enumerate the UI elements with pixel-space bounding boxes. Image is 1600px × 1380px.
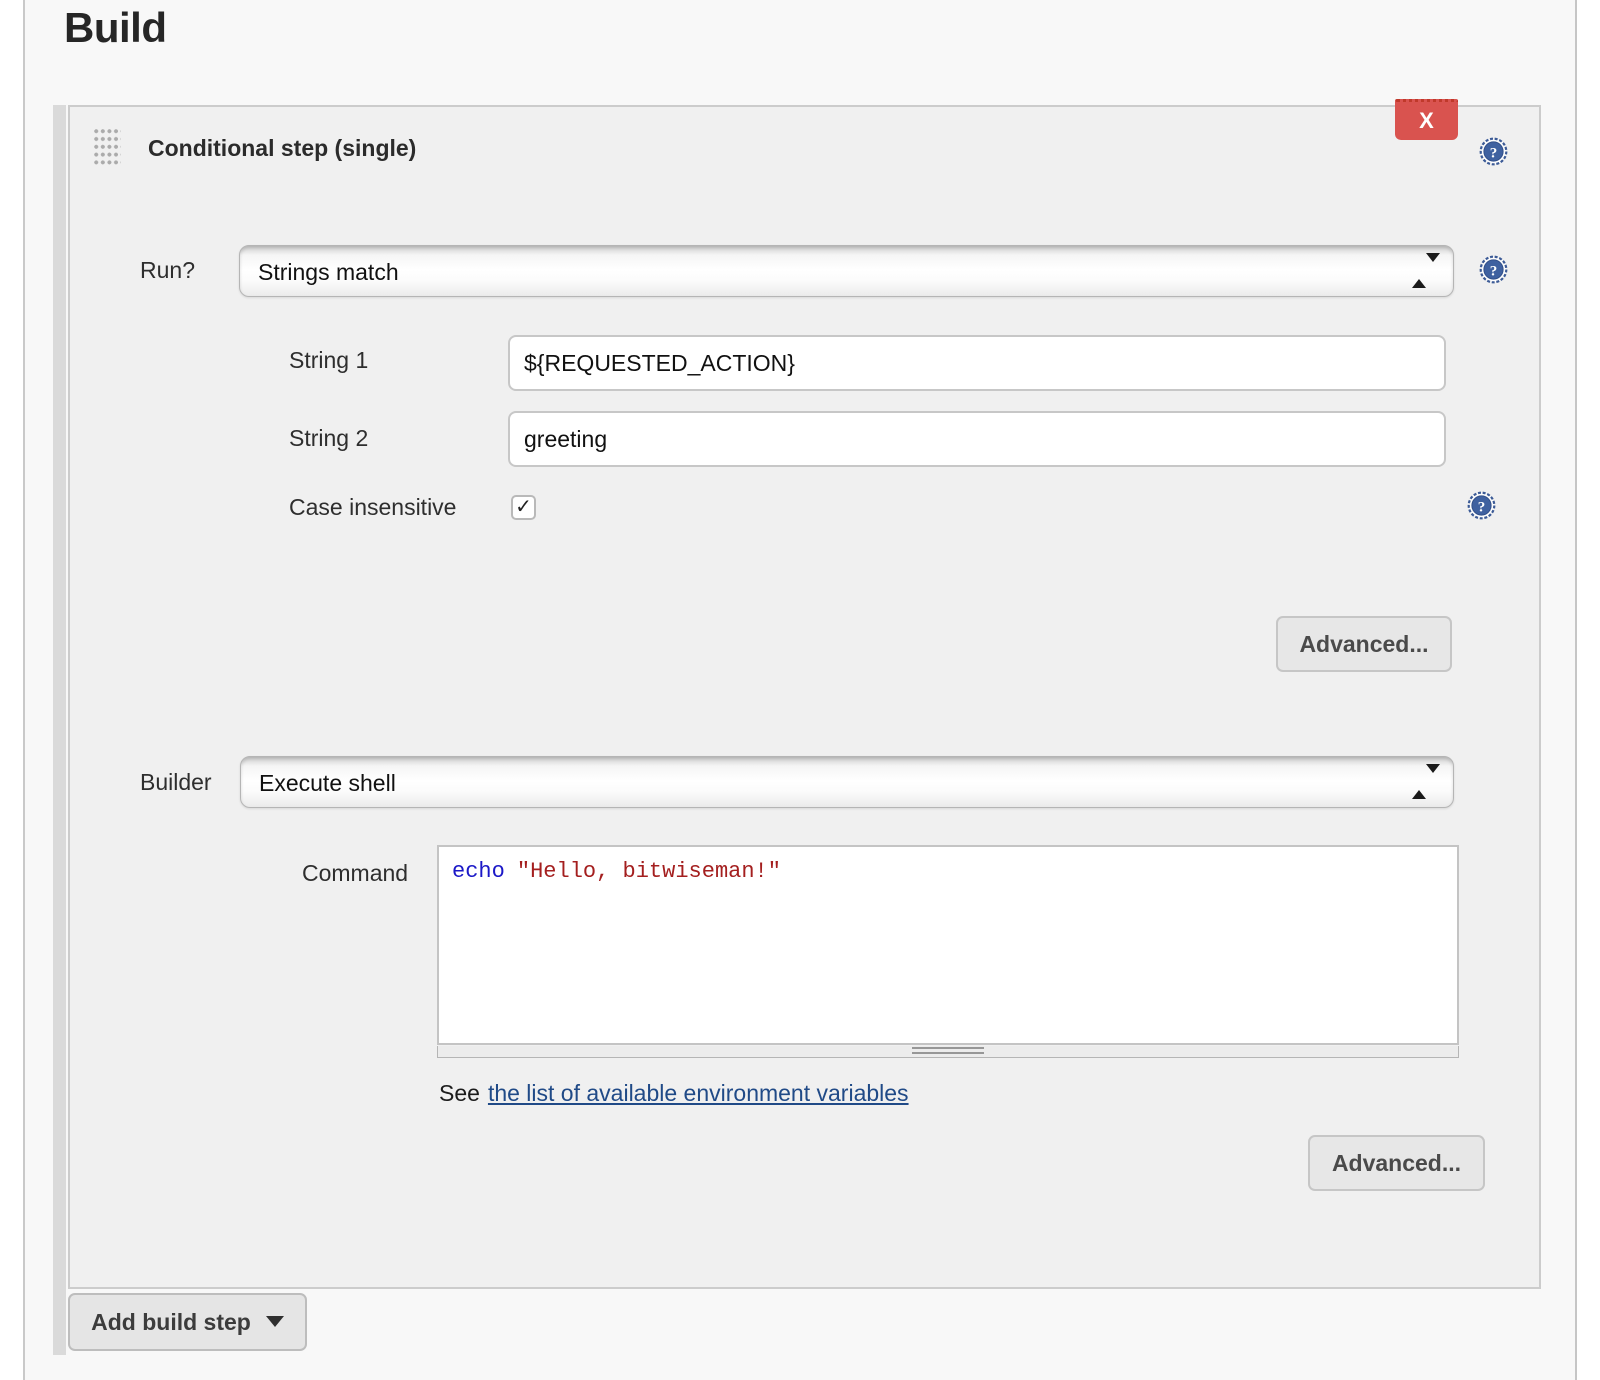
env-note-prefix: See [439, 1080, 480, 1106]
question-glyph: ? [1478, 500, 1486, 516]
advanced-button-condition[interactable]: Advanced... [1276, 616, 1452, 672]
build-step-side-strip [53, 105, 66, 1355]
command-code-line: echo "Hello, bitwiseman!" [452, 859, 1444, 884]
build-step-panel: Conditional step (single) X ? Run? Strin… [68, 105, 1541, 1289]
string2-input[interactable] [508, 411, 1446, 467]
command-editor[interactable]: echo "Hello, bitwiseman!" [437, 845, 1459, 1045]
builder-select[interactable]: Execute shell [240, 756, 1454, 808]
string1-label: String 1 [289, 347, 368, 374]
run-label: Run? [140, 257, 195, 284]
question-glyph: ? [1490, 146, 1498, 162]
chevron-down-icon [266, 1316, 284, 1327]
build-config-page: Build Conditional step (single) X ? Run?… [0, 0, 1600, 1380]
help-icon[interactable]: ? [1479, 137, 1508, 166]
question-glyph: ? [1490, 264, 1498, 280]
delete-step-button[interactable]: X [1395, 99, 1458, 140]
case-insensitive-label: Case insensitive [289, 494, 456, 521]
resize-grip-icon [912, 1047, 984, 1055]
string2-label: String 2 [289, 425, 368, 452]
page-title: Build [64, 4, 166, 52]
editor-resize-handle[interactable] [437, 1046, 1459, 1058]
environment-variables-note: See the list of available environment var… [439, 1080, 909, 1107]
builder-selected-value: Execute shell [259, 757, 396, 809]
select-arrows-icon [1412, 262, 1440, 280]
select-arrows-icon [1412, 773, 1440, 791]
checkmark-icon: ✓ [515, 496, 532, 518]
run-condition-selected-value: Strings match [258, 246, 399, 298]
builder-label: Builder [140, 769, 212, 796]
add-build-step-label: Add build step [91, 1309, 251, 1335]
command-label: Command [302, 860, 408, 887]
help-icon[interactable]: ? [1479, 255, 1508, 284]
case-insensitive-checkbox[interactable]: ✓ [511, 495, 536, 520]
add-build-step-button[interactable]: Add build step [68, 1293, 307, 1351]
environment-variables-link[interactable]: the list of available environment variab… [488, 1080, 909, 1106]
run-condition-select[interactable]: Strings match [239, 245, 1454, 297]
advanced-button-shell[interactable]: Advanced... [1308, 1135, 1485, 1191]
drag-handle-icon[interactable] [94, 129, 121, 168]
build-step-title: Conditional step (single) [148, 135, 416, 162]
string1-input[interactable] [508, 335, 1446, 391]
code-string: "Hello, bitwiseman!" [517, 859, 781, 884]
code-keyword: echo [452, 859, 505, 884]
help-icon[interactable]: ? [1467, 491, 1496, 520]
